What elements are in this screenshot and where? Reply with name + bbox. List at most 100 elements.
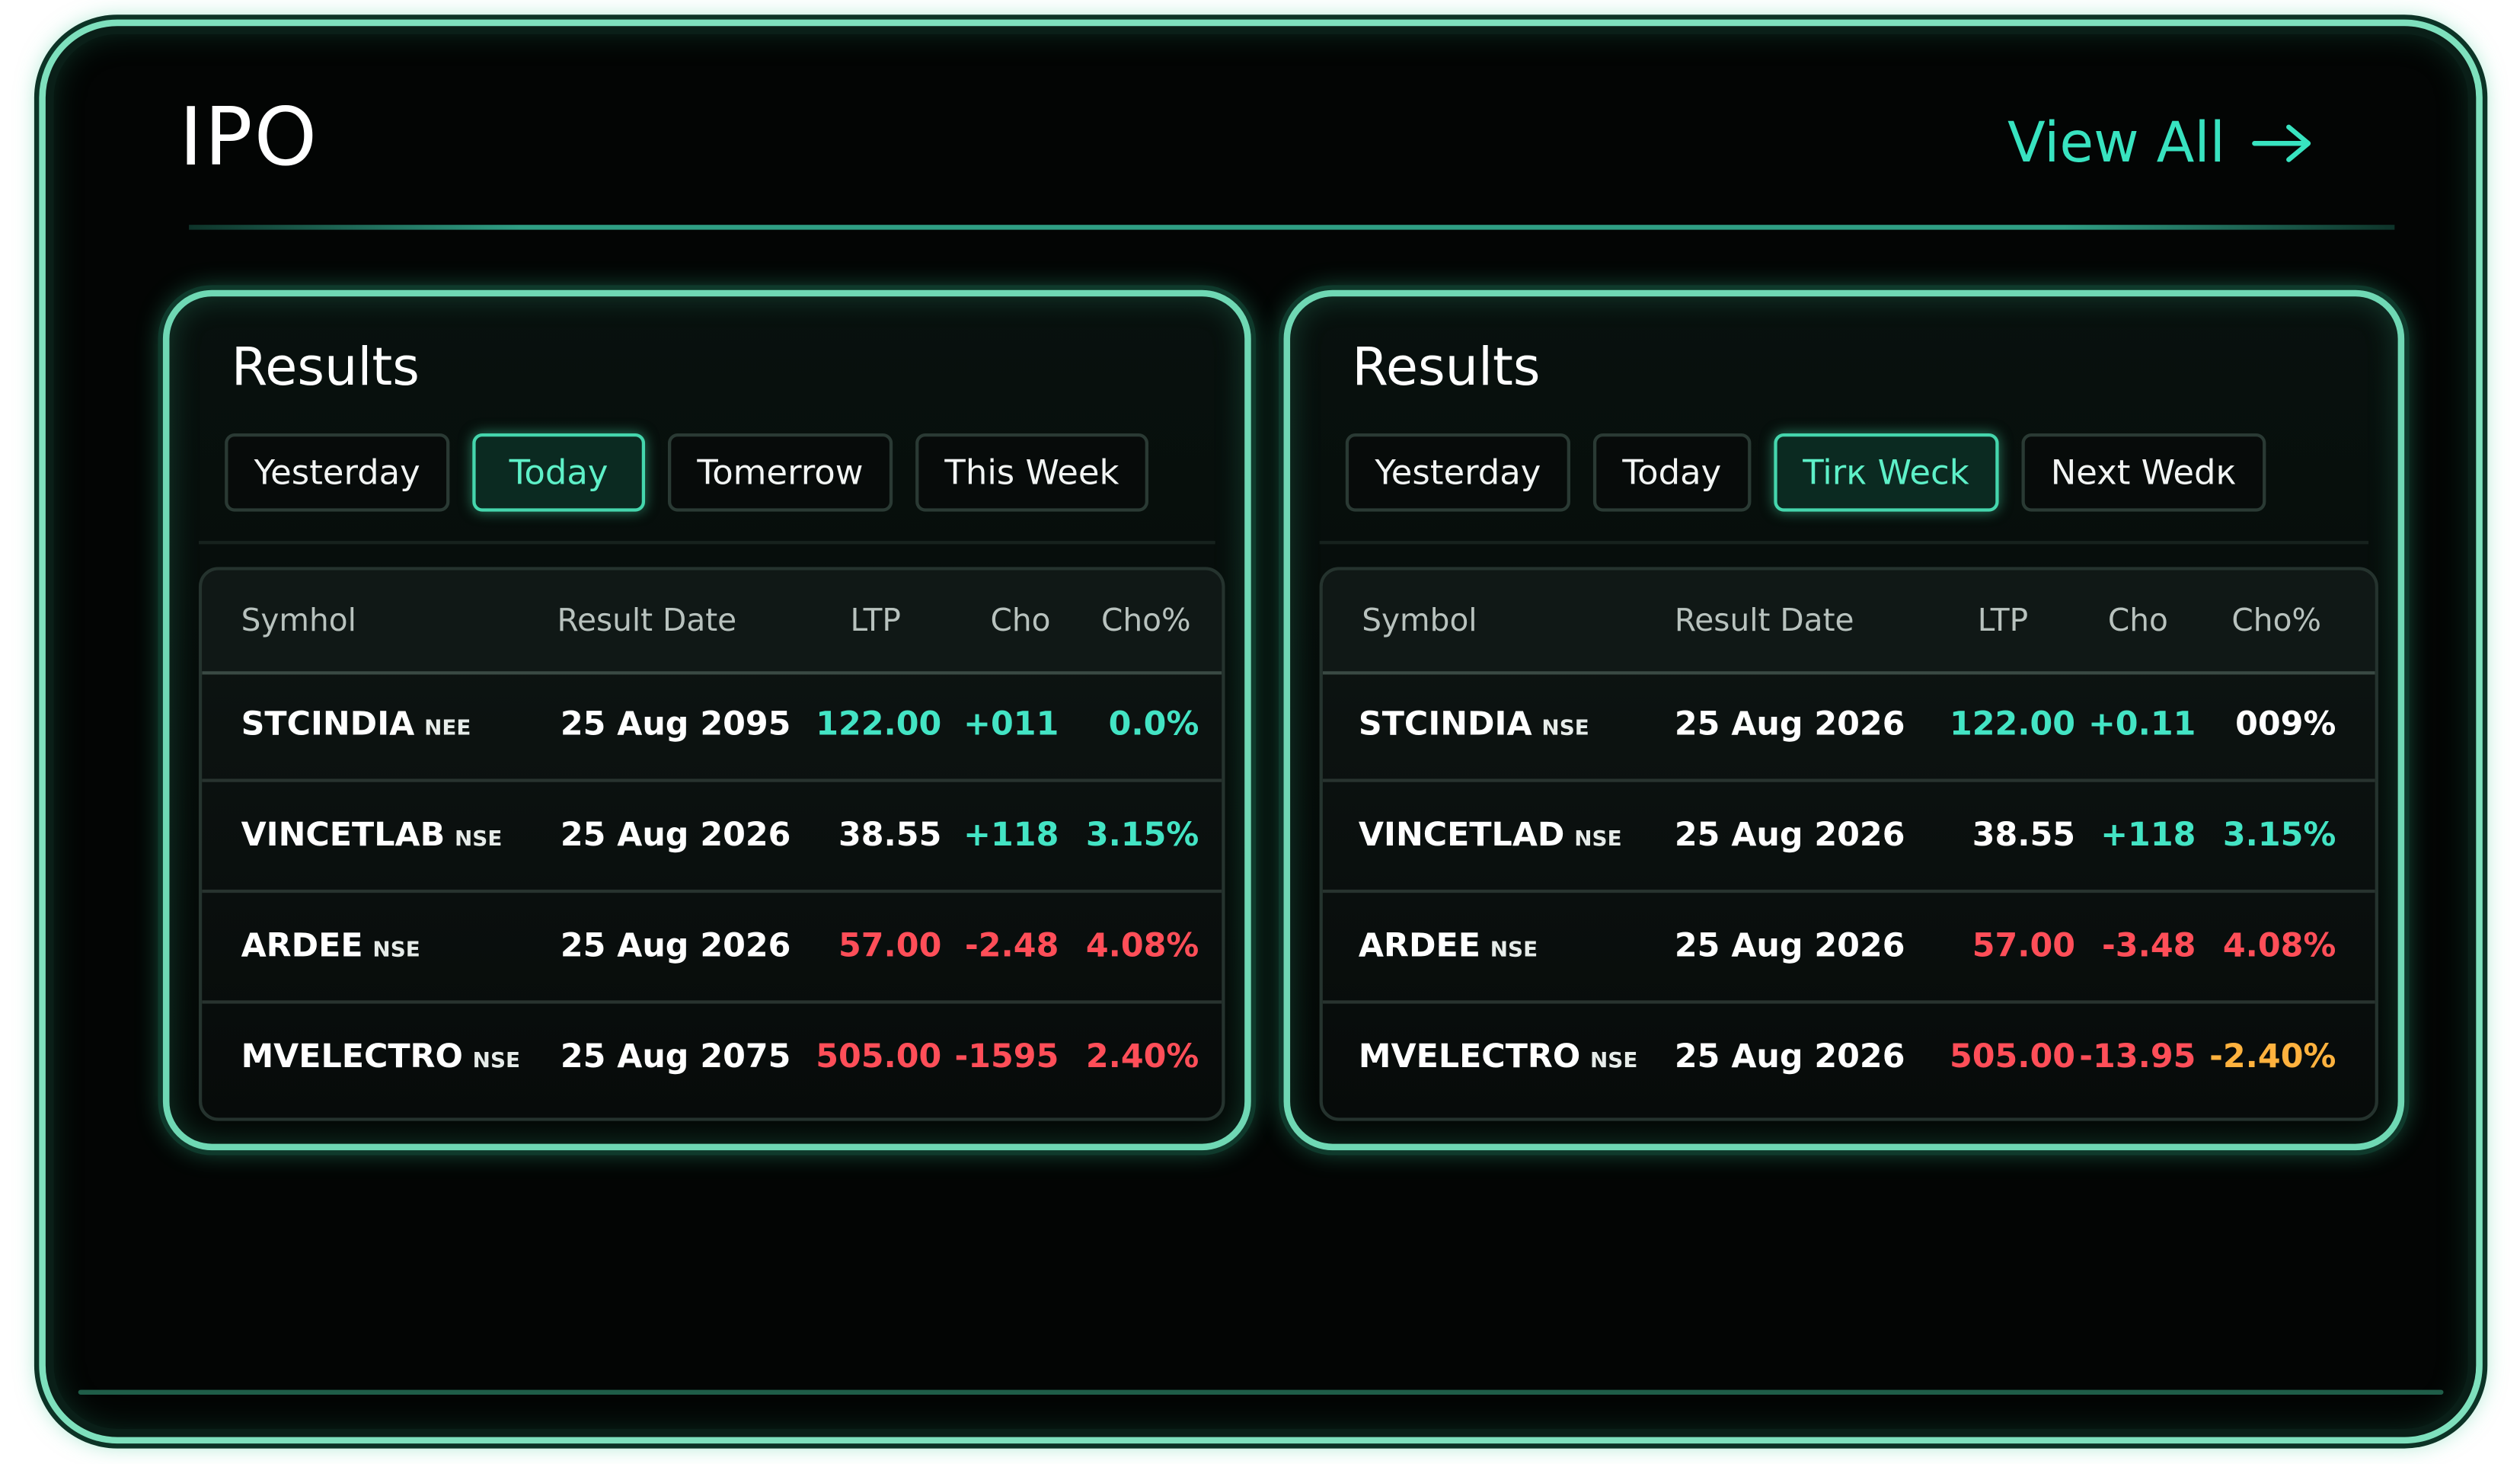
table-row[interactable]: VINCETLAD NSE 25 Aug 2026 38.55 +118 3.15% [1322,782,2375,893]
table-header: Symhol Result Date LTP Cho Cho% [202,570,1222,675]
view-all-label: View All [2007,110,2225,177]
ipo-widget: IPO View All Results Yesterday Today Tom… [39,19,2483,1444]
table-row[interactable]: MVELECTRO NSE 25 Aug 2075 505.00 -1595 2.40% [202,1004,1222,1111]
panel-title: Results [1352,335,1541,398]
ltp-cell: 122.00 [1949,704,2076,743]
symbol-name: STCINDIA [241,704,415,743]
ltp-cell: 505.00 [1949,1036,2076,1076]
column-header-result-date: Result Date [1674,603,1854,639]
column-header-chg: Cho [2107,603,2168,639]
column-header-result-date: Result Date [557,603,737,639]
column-header-symbol: Symhol [241,603,356,639]
title-divider [189,225,2395,230]
exchange-badge: NSE [1541,717,1589,742]
change-percent-cell: 3.15% [2222,814,2336,854]
symbol-name: MVELECTRO [1358,1036,1581,1076]
exchange-badge: NSE [455,827,503,852]
column-header-symbol: Symbol [1362,603,1477,639]
results-table: Symbol Result Date LTP Cho Cho% STCINDIA… [1319,567,2378,1121]
ltp-cell: 505.00 [816,1036,942,1076]
change-cell: +0.11 [2087,704,2196,743]
change-cell: -2.48 [965,925,1059,965]
change-cell: +011 [963,704,1059,743]
exchange-badge: NSE [372,938,420,964]
view-all-link[interactable]: View All [2007,110,2313,176]
tab-next-week[interactable]: Next Wedк [2021,433,2266,512]
tab-tomorrow[interactable]: Tomerrow [667,433,893,512]
results-table: Symhol Result Date LTP Cho Cho% STCINDIA… [198,567,1225,1121]
result-date-cell: 25 Aug 2026 [560,925,791,965]
result-date-cell: 25 Aug 2075 [560,1036,791,1076]
tab-group: Yesterday Today Tirк Weck Next Wedк [1345,433,2266,512]
symbol-cell: VINCETLAB NSE [241,815,503,854]
result-date-cell: 25 Aug 2026 [1674,1036,1905,1076]
change-percent-cell: 3.15% [1085,814,1199,854]
exchange-badge: NSE [472,1049,520,1074]
column-header-chg-pct: Cho% [1100,603,1191,639]
ltp-cell: 38.55 [838,814,942,854]
change-cell: +118 [2100,814,2196,854]
exchange-badge: NSE [1574,827,1622,852]
exchange-badge: NEE [424,717,471,742]
ltp-cell: 57.00 [1972,925,2076,965]
divider [198,541,1215,545]
table-row[interactable]: ARDEE NSE 25 Aug 2026 57.00 -2.48 4.08% [202,893,1222,1004]
column-header-chg: Cho [990,603,1051,639]
table-row[interactable]: MVELECTRO NSE 25 Aug 2026 505.00 -13.95 -2.40… [1323,1004,2375,1111]
result-date-cell: 25 Aug 2026 [1674,704,1905,743]
change-cell: -3.48 [2102,925,2196,965]
tab-today[interactable]: Today [1592,433,1751,512]
symbol-name: VINCETLAB [241,814,446,854]
symbol-cell: VINCETLAD NSE [1359,815,1622,854]
table-row[interactable]: STCINDIA NEE 25 Aug 2095 122.00 +011 0.0% [202,671,1222,782]
change-percent-cell: 4.08% [1085,925,1199,965]
symbol-name: STCINDIA [1358,704,1532,743]
change-percent-cell: 2.40% [1085,1036,1199,1076]
symbol-name: ARDEE [1358,925,1480,965]
symbol-name: VINCETLAD [1358,814,1565,854]
exchange-badge: NSE [1490,938,1538,964]
tab-yesterday[interactable]: Yesterday [1345,433,1570,512]
result-date-cell: 25 Aug 2026 [1674,814,1905,854]
column-header-ltp: LTP [1977,603,2029,639]
symbol-cell: STCINDIA NSE [1359,704,1589,743]
column-header-chg-pct: Cho% [2231,603,2322,639]
page-title: IPO [179,91,319,184]
symbol-cell: ARDEE NSE [1359,925,1538,964]
change-cell: -1595 [954,1036,1059,1076]
tab-today[interactable]: Today [472,433,645,512]
ltp-cell: 57.00 [838,925,942,965]
table-row[interactable]: VINCETLAB NSE 25 Aug 2026 38.55 +118 3.15% [202,782,1222,893]
results-panel-left: Results Yesterday Today Tomerrow This We… [162,289,1251,1151]
column-header-ltp: LTP [850,603,901,639]
arrow-right-icon [2251,122,2313,165]
tab-yesterday[interactable]: Yesterday [225,433,450,512]
tab-group: Yesterday Today Tomerrow This Week [225,433,1149,512]
table-row[interactable]: STCINDIA NSE 25 Aug 2026 122.00 +0.11 009% [1322,671,2375,782]
symbol-cell: MVELECTRO NSE [241,1036,520,1075]
symbol-cell: STCINDIA NEE [241,704,471,743]
tab-this-week[interactable]: This Week [915,433,1149,512]
panel-title: Results [231,335,420,398]
change-cell: +118 [963,814,1059,854]
result-date-cell: 25 Aug 2026 [1674,925,1905,965]
change-percent-cell: 009% [2235,704,2336,743]
change-cell: -13.95 [2079,1036,2196,1076]
change-percent-cell: 0.0% [1108,704,1199,743]
tab-this-week[interactable]: Tirк Weck [1773,433,1999,512]
results-panel-right: Results Yesterday Today Tirк Weck Next W… [1283,289,2405,1151]
divider [1319,541,2369,545]
change-percent-cell: 4.08% [2222,925,2336,965]
symbol-name: ARDEE [241,925,363,965]
symbol-cell: MVELECTRO NSE [1359,1036,1637,1075]
table-header: Symbol Result Date LTP Cho Cho% [1322,570,2375,675]
result-date-cell: 25 Aug 2026 [560,814,791,854]
change-percent-cell: -2.40% [2209,1036,2336,1076]
frame-divider [78,1389,2444,1395]
result-date-cell: 25 Aug 2095 [560,704,791,743]
symbol-name: MVELECTRO [241,1036,463,1076]
table-row[interactable]: ARDEE NSE 25 Aug 2026 57.00 -3.48 4.08% [1322,893,2375,1004]
stage: IPO View All Results Yesterday Today Tom… [0,0,2520,1463]
ltp-cell: 38.55 [1972,814,2076,854]
symbol-cell: ARDEE NSE [241,925,420,964]
